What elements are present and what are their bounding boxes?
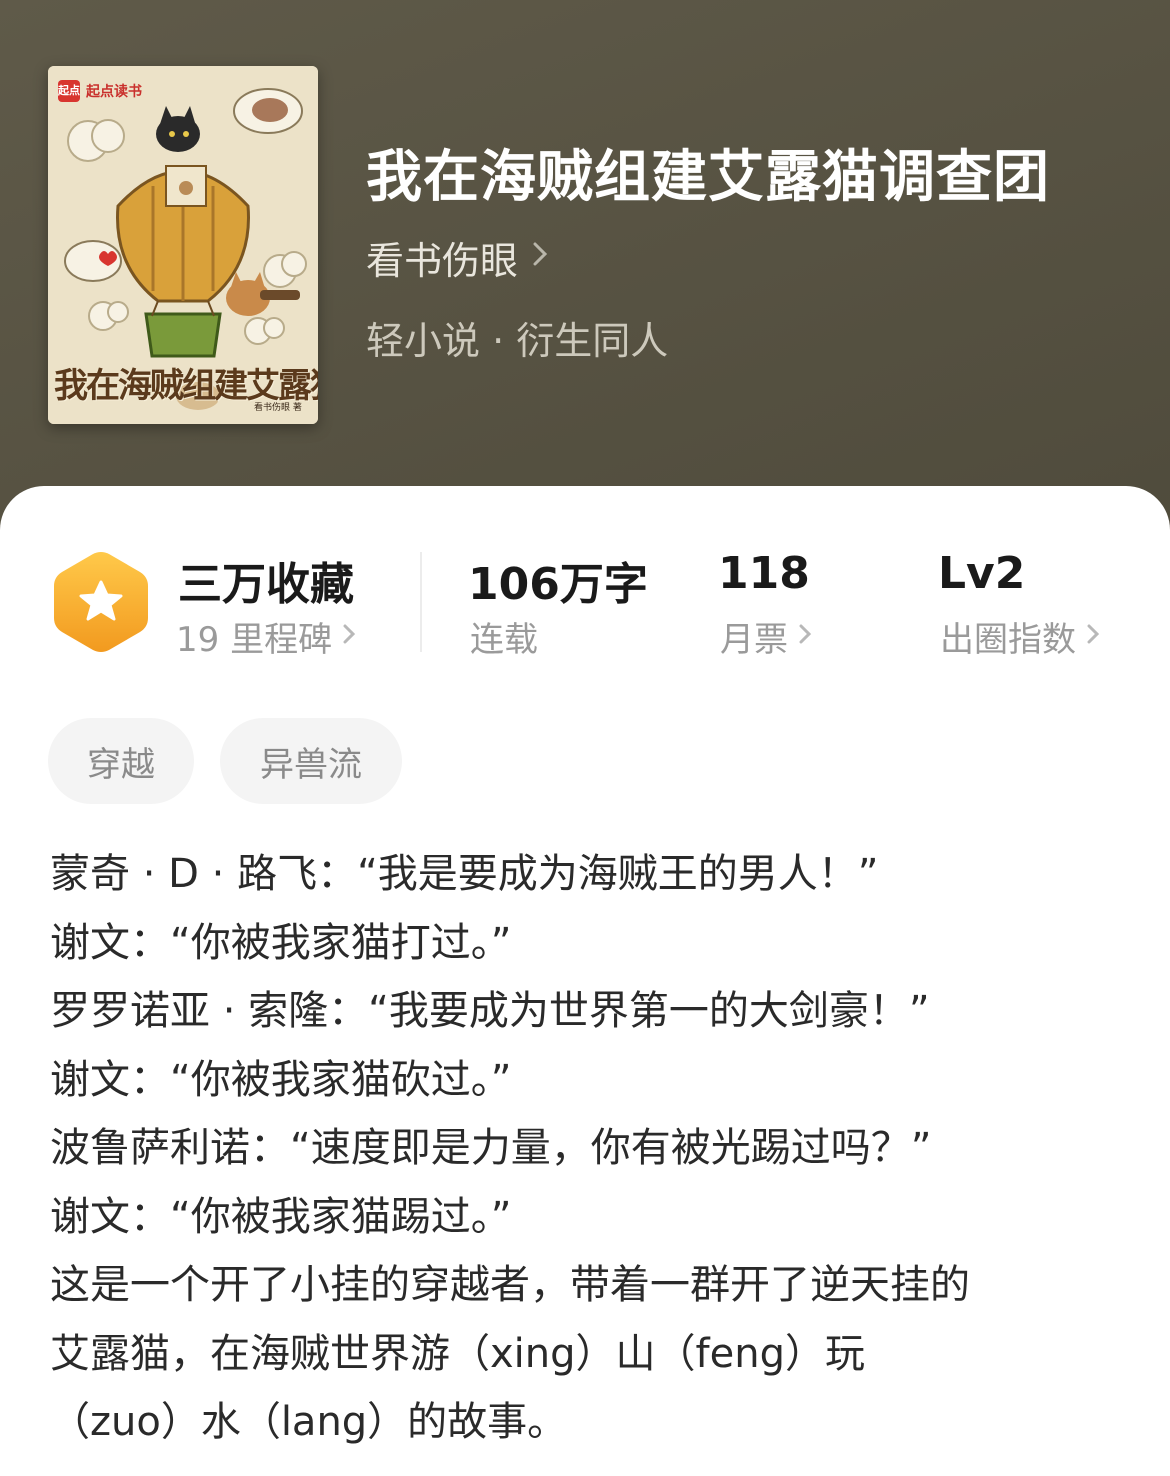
description-line: 艾露猫，在海贼世界游（xing）山（feng）玩 — [50, 1330, 865, 1377]
monthly-tickets-value: 118 — [718, 548, 810, 599]
description-line: 谢文：“你被我家猫打过。” — [50, 919, 512, 966]
serial-status-label: 连载 — [470, 620, 538, 660]
popularity-index-link[interactable]: 出圈指数 — [940, 612, 1100, 661]
milestone-link[interactable]: 19 里程碑 — [176, 612, 356, 661]
popularity-index-label: 出圈指数 — [940, 620, 1076, 660]
book-header: 起点 起点读书 我在海贼组建艾露猫调查团 看书伤眼 著 我在海贼组建艾露猫调查团… — [0, 0, 1170, 520]
description-line: 蒙奇 · D · 路飞：“我是要成为海贼王的男人！” — [50, 851, 879, 897]
author-name: 看书伤眼 — [366, 239, 519, 283]
chevron-right-icon — [798, 620, 812, 653]
serial-status: 连载 — [470, 612, 538, 661]
cover-author: 看书伤眼 著 — [254, 403, 302, 413]
collections-value: 三万收藏 — [178, 559, 354, 610]
monthly-tickets-label: 月票 — [720, 620, 788, 660]
chevron-right-icon — [1086, 620, 1100, 653]
monthly-tickets-link[interactable]: 月票 — [720, 612, 812, 661]
description-line: 谢文：“你被我家猫砍过。” — [50, 1056, 512, 1103]
book-category[interactable]: 轻小说 · 衍生同人 — [366, 310, 668, 365]
description-line: （zuo）水（lang）的故事。 — [50, 1399, 568, 1445]
word-count-value: 106万字 — [468, 559, 648, 610]
description-line: 波鲁萨利诺：“速度即是力量，你有被光踢过吗？” — [50, 1125, 932, 1171]
description-line: 谢文：“你被我家猫踢过。” — [50, 1193, 512, 1240]
description-line: 罗罗诺亚 · 索隆：“我要成为世界第一的大剑豪！” — [50, 988, 930, 1034]
cover-brand-text: 起点读书 — [86, 84, 142, 100]
tag-beast-flow[interactable]: 异兽流 — [220, 718, 402, 804]
tag-time-travel[interactable]: 穿越 — [48, 718, 194, 804]
chevron-right-icon — [532, 240, 548, 276]
star-hexagon-icon[interactable] — [52, 550, 150, 654]
book-description: 蒙奇 · D · 路飞：“我是要成为海贼王的男人！” 谢文：“你被我家猫打过。”… — [50, 840, 1130, 1457]
popularity-level-value: Lv2 — [938, 548, 1026, 599]
stats-divider — [420, 552, 422, 652]
qidian-logo: 起点 — [58, 80, 80, 102]
chevron-right-icon — [342, 620, 356, 653]
milestone-label: 19 里程碑 — [176, 620, 333, 660]
book-cover[interactable]: 起点 起点读书 我在海贼组建艾露猫调查团 看书伤眼 著 — [48, 66, 318, 424]
cover-brand: 起点 起点读书 — [58, 80, 142, 102]
author-link[interactable]: 看书伤眼 — [366, 230, 548, 285]
book-title: 我在海贼组建艾露猫调查团 — [366, 145, 1050, 210]
description-line: 这是一个开了小挂的穿越者，带着一群开了逆天挂的 — [50, 1262, 970, 1308]
